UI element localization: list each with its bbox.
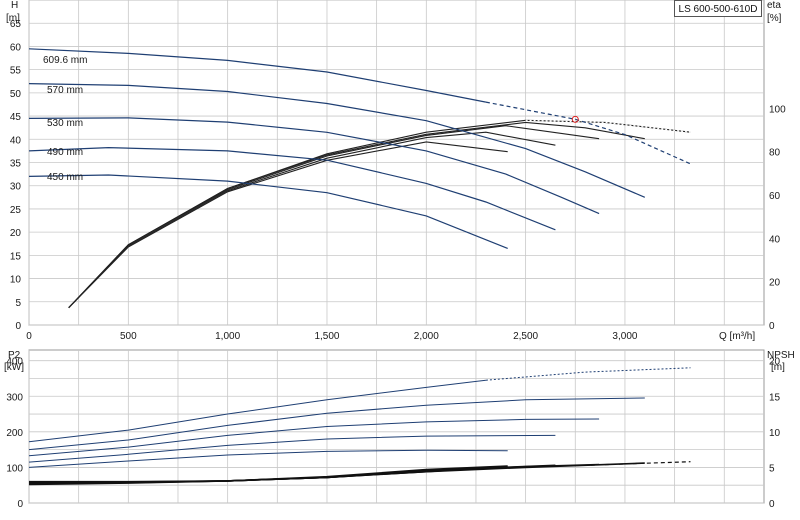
- npsh-tick-label: 10: [769, 428, 781, 439]
- npsh-axis-title: NPSH: [767, 350, 795, 361]
- power-axis-title: P2: [8, 350, 21, 361]
- curve-label-450: 450 mm: [47, 172, 83, 183]
- head-tick-label: 50: [10, 89, 22, 100]
- flow-tick-label: 3,000: [612, 331, 637, 342]
- power-tick-label: 0: [17, 499, 23, 510]
- eta-tick-label: 20: [769, 278, 781, 289]
- head-tick-label: 40: [10, 135, 22, 146]
- model-label: LS 600-500-610D: [674, 0, 762, 17]
- head-tick-label: 55: [10, 66, 22, 77]
- eta-tick-label: 60: [769, 191, 781, 202]
- power-axis-unit: [kW]: [4, 362, 24, 373]
- flow-tick-label: 500: [120, 331, 137, 342]
- eta-tick-label: 40: [769, 234, 781, 245]
- head-axis-unit: [m]: [6, 13, 20, 24]
- eta-axis-unit: [%]: [767, 13, 782, 24]
- curve-label-530: 530 mm: [47, 118, 83, 129]
- flow-tick-label: 2,000: [414, 331, 439, 342]
- flow-tick-label: 1,000: [215, 331, 240, 342]
- npsh-axis-unit: [m]: [771, 362, 785, 373]
- flow-axis-label: Q [m³/h]: [719, 331, 755, 342]
- npsh-tick-label: 15: [769, 392, 781, 403]
- flow-tick-label: 2,500: [513, 331, 538, 342]
- head-tick-label: 0: [15, 321, 21, 332]
- head-tick-label: 5: [15, 298, 21, 309]
- head-tick-label: 25: [10, 205, 22, 216]
- head-tick-label: 35: [10, 159, 22, 170]
- head-tick-label: 45: [10, 112, 22, 123]
- power-tick-label: 300: [6, 392, 23, 403]
- head-tick-label: 20: [10, 228, 22, 239]
- power-tick-label: 100: [6, 463, 23, 474]
- curve-label-490: 490 mm: [47, 147, 83, 158]
- head-axis-title: H: [11, 0, 18, 11]
- npsh-tick-label: 5: [769, 463, 775, 474]
- curve-label-570: 570 mm: [47, 85, 83, 96]
- npsh-tick-label: 0: [769, 499, 775, 510]
- head-tick-label: 10: [10, 275, 22, 286]
- curve-label-609-6: 609.6 mm: [43, 55, 87, 66]
- eta-axis-title: eta: [767, 0, 781, 11]
- pump-performance-chart: 0 500 1,000 1,500 2,000 2,500 3,00005101520253…: [4, 0, 795, 510]
- eta-tick-label: 100: [769, 104, 786, 115]
- bottom-plot-area: [28, 349, 765, 504]
- eta-tick-label: 0: [769, 321, 775, 332]
- flow-tick-label: 0: [26, 331, 32, 342]
- eta-tick-label: 80: [769, 148, 781, 159]
- flow-tick-label: 1,500: [314, 331, 339, 342]
- power-tick-label: 200: [6, 428, 23, 439]
- head-tick-label: 60: [10, 42, 22, 53]
- head-tick-label: 15: [10, 251, 22, 262]
- head-tick-label: 30: [10, 182, 22, 193]
